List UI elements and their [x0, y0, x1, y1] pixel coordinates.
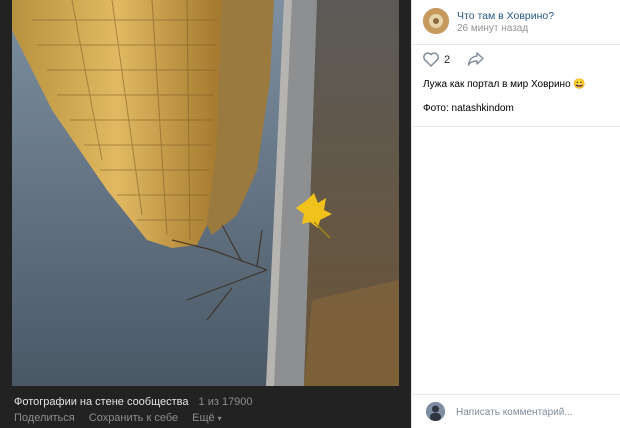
comment-bar [412, 394, 620, 428]
post-time[interactable]: 26 минут назад [457, 23, 528, 34]
share-button[interactable] [467, 51, 485, 72]
group-name-link[interactable]: Что там в Ховрино? [457, 10, 554, 22]
divider [412, 126, 620, 127]
photo-viewer: Фотографии на стене сообщества 1 из 17900… [0, 0, 411, 428]
more-menu[interactable]: Ещё ▾ [192, 412, 222, 424]
post-body: Лужа как портал в мир Ховрино 😀 Фото: na… [412, 74, 620, 116]
viewer-actions: Поделиться Сохранить к себе Ещё ▾ [14, 412, 401, 424]
puddle-reflection-image [12, 0, 399, 386]
photo-counter: 1 из 17900 [198, 396, 253, 408]
user-avatar[interactable] [426, 402, 445, 421]
post-panel: Что там в Ховрино? 26 минут назад 2 Лужа… [411, 0, 620, 428]
chevron-down-icon: ▾ [217, 413, 222, 423]
user-avatar-image [426, 402, 445, 421]
post-photo[interactable] [12, 0, 399, 386]
group-avatar[interactable] [423, 8, 449, 34]
like-button[interactable]: 2 [423, 52, 450, 67]
post-header: Что там в Ховрино? 26 минут назад [412, 0, 620, 44]
group-avatar-image [423, 8, 449, 34]
album-info: Фотографии на стене сообщества 1 из 17900 [14, 396, 401, 408]
more-label: Ещё [192, 412, 215, 424]
post-text: Лужа как портал в мир Ховрино 😀 [423, 79, 586, 90]
save-link[interactable]: Сохранить к себе [89, 412, 178, 424]
like-count: 2 [444, 53, 451, 66]
heart-icon [423, 52, 439, 67]
share-arrow-icon [467, 52, 484, 66]
reactions-bar: 2 [412, 44, 620, 74]
comment-input[interactable] [456, 403, 606, 421]
viewer-footer: Фотографии на стене сообщества 1 из 17900… [14, 396, 401, 424]
share-link[interactable]: Поделиться [14, 412, 75, 424]
album-title[interactable]: Фотографии на стене сообщества [14, 396, 189, 408]
photo-credit: Фото: natashkindom [423, 103, 514, 114]
